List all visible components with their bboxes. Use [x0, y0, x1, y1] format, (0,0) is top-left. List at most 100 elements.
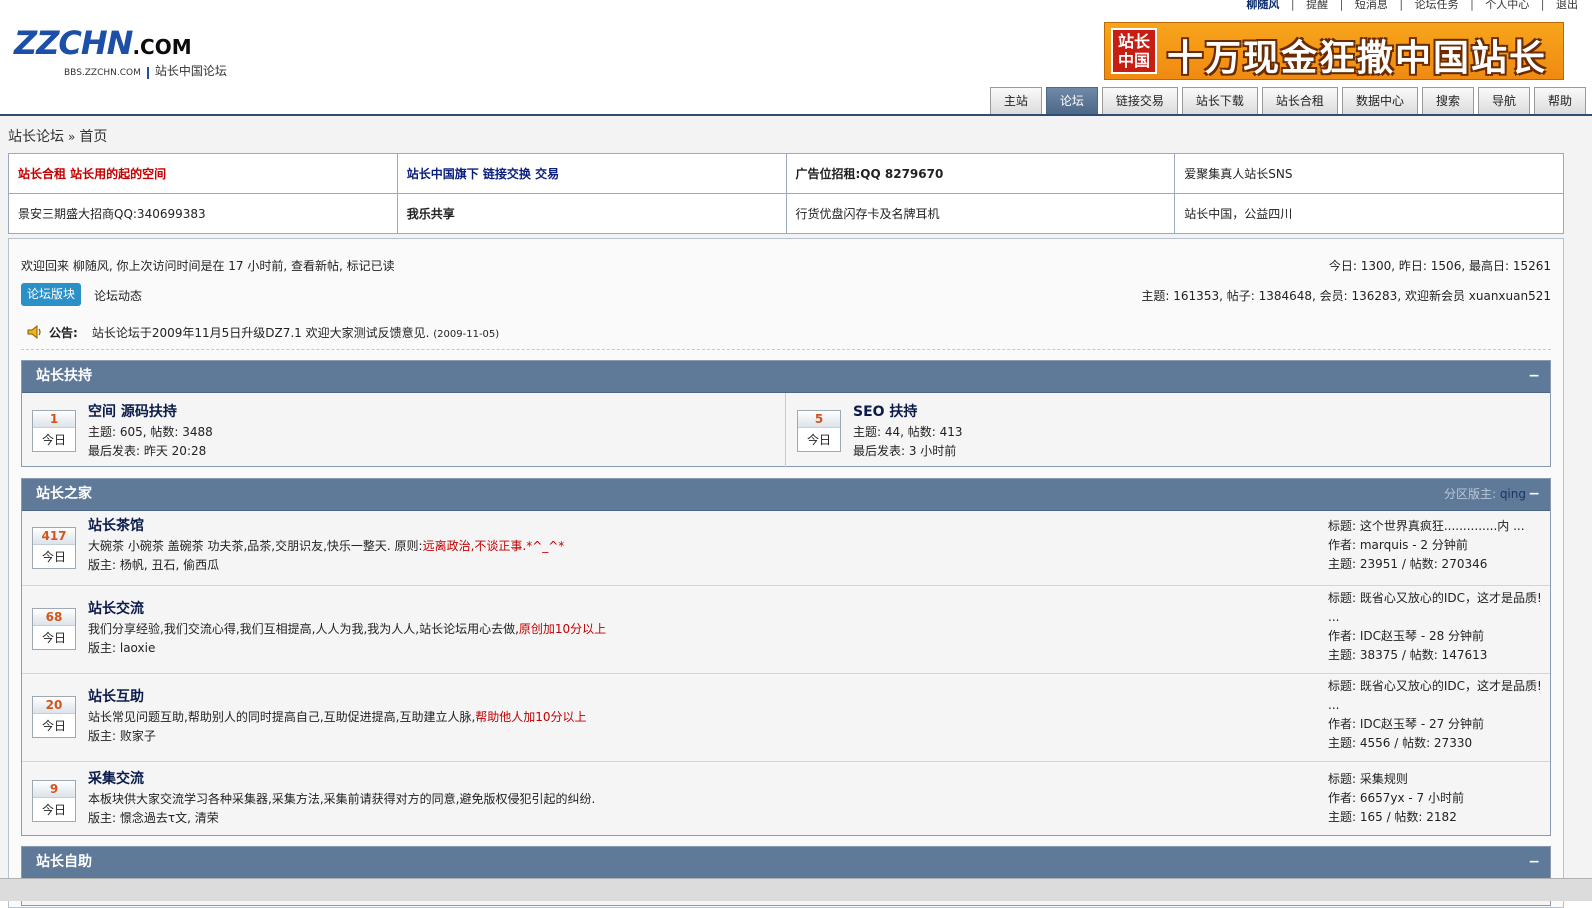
- daily-post-stats: 今日: 1300, 昨日: 1506, 最高日: 15261: [1328, 259, 1551, 273]
- board-description: 大碗茶 小碗茶 盖碗茶 功夫茶,品茶,交朋识友,快乐一整天. 原则:远离政治,不…: [88, 539, 565, 553]
- board-last-post: 最后发表: 昨天 20:28: [88, 444, 207, 458]
- category-header: 站长扶持 −: [22, 361, 1550, 393]
- category-moderators: 分区版主: qing: [1443, 487, 1526, 501]
- category-title[interactable]: 站长扶持: [36, 368, 92, 384]
- breadcrumb-separator: »: [68, 130, 76, 144]
- table-row: 417 今日 站长茶馆 大碗茶 小碗茶 盖碗茶 功夫茶,品茶,交朋识友,快乐一整…: [22, 511, 1550, 585]
- moderator-link[interactable]: qing: [1500, 487, 1526, 501]
- category-header: 站长自助 −: [22, 847, 1550, 879]
- breadcrumb-root[interactable]: 站长论坛: [8, 129, 64, 145]
- nav-tab-forum[interactable]: 论坛: [1045, 87, 1098, 114]
- notifications-link[interactable]: 提醒: [1306, 0, 1328, 11]
- announcement-label: 公告:: [49, 326, 78, 340]
- collapse-icon[interactable]: −: [1528, 361, 1540, 392]
- welcome-message: 欢迎回来 柳随风, 你上次访问时间是在 17 小时前, 查看新帖, 标记已读: [21, 259, 395, 273]
- board-title[interactable]: 站长茶馆: [88, 515, 564, 535]
- breadcrumb: 站长论坛 » 首页: [8, 126, 107, 146]
- last-post-title[interactable]: 标题: 既省心又放心的IDC，这才是品质!: [1328, 589, 1542, 608]
- category-section: 站长之家 分区版主: qing − 417 今日 站长茶馆 大碗茶 小碗茶 盖碗…: [21, 478, 1551, 836]
- ad-link[interactable]: 爱聚集真人站长SNS: [1184, 167, 1292, 181]
- profile-link[interactable]: 个人中心: [1485, 0, 1529, 11]
- forum-index: 欢迎回来 柳随风, 你上次访问时间是在 17 小时前, 查看新帖, 标记已读 今…: [8, 238, 1564, 908]
- board-post-stats: 主题: 23951 / 帖数: 270346: [1328, 557, 1488, 571]
- board-stats: 主题: 44, 帖数: 413: [853, 425, 963, 439]
- promo-banner[interactable]: 站长中国 十万现金狂撒中国站长: [1104, 22, 1564, 80]
- tab-forum-boards[interactable]: 论坛版块: [21, 283, 82, 306]
- announcement: 公告: 站长论坛于2009年11月5日升级DZ7.1 欢迎大家测试反馈意见. (2…: [27, 324, 499, 342]
- last-post-title[interactable]: 标题: 采集规则: [1328, 770, 1464, 789]
- category-title[interactable]: 站长之家: [36, 486, 92, 502]
- board-entry: 站长交流 我们分享经验,我们交流心得,我们互相提高,人人为我,我为人人,站长论坛…: [88, 598, 606, 658]
- collapse-icon[interactable]: −: [1528, 847, 1540, 878]
- board-moderators: 版主: 败家子: [88, 729, 156, 743]
- nav-tab-directory[interactable]: 导航: [1477, 87, 1530, 114]
- ad-link[interactable]: 景安三期盛大招商QQ:340699383: [18, 207, 206, 221]
- main-nav: 主站 论坛 链接交易 站长下载 站长合租 数据中心 搜索 导航 帮助: [989, 87, 1586, 115]
- category-header: 站长之家 分区版主: qing −: [22, 479, 1550, 511]
- board-title[interactable]: 站长交流: [88, 598, 606, 618]
- logout-link[interactable]: 退出: [1556, 0, 1578, 11]
- board-title[interactable]: SEO 扶持: [853, 401, 963, 421]
- board-entry: 站长互助 站长常见问题互助,帮助别人的同时提高自己,互助促进提高,互助建立人脉,…: [88, 686, 587, 746]
- browser-status-bar: [0, 878, 1592, 901]
- last-post-info: 标题: 采集规则 作者: 6657yx - 7 小时前 主题: 165 / 帖数…: [1328, 770, 1464, 827]
- ad-link[interactable]: 行货优盘闪存卡及名牌耳机: [796, 207, 940, 221]
- nav-tab-link-trade[interactable]: 链接交易: [1101, 87, 1178, 114]
- last-post-author: 作者: IDC赵玉琴 - 28 分钟前: [1328, 629, 1485, 643]
- category-title[interactable]: 站长自助: [36, 854, 92, 870]
- board-moderators: 版主: 杨帆, 丑石, 偷西瓜: [88, 558, 220, 572]
- last-post-info: 标题: 这个世界真疯狂..............内 ... 作者: marqu…: [1328, 517, 1525, 574]
- username-link[interactable]: 柳随风: [1246, 0, 1279, 11]
- ad-link[interactable]: 站长合租 站长用的起的空间: [18, 167, 166, 181]
- logo-site-url: BBS.ZZCHN.COM: [64, 68, 141, 78]
- forum-total-stats: 主题: 161353, 帖子: 1384648, 会员: 136283, 欢迎新…: [1141, 289, 1551, 303]
- last-post-info: 标题: 既省心又放心的IDC，这才是品质! ... 作者: IDC赵玉琴 - 2…: [1328, 677, 1542, 753]
- ad-link[interactable]: 我乐共享: [407, 207, 455, 221]
- logo-site-name: 站长中国论坛: [154, 64, 227, 78]
- board-title[interactable]: 空间 源码扶持: [88, 401, 213, 421]
- last-post-title[interactable]: 标题: 这个世界真疯狂..............内 ...: [1328, 517, 1525, 536]
- category-section: 站长扶持 − 1 今日 空间 源码扶持 主题: 605, 帖数: 3488 最后…: [21, 360, 1551, 467]
- breadcrumb-current: 首页: [79, 129, 108, 145]
- collapse-icon[interactable]: −: [1528, 479, 1540, 510]
- board-last-post: 最后发表: 3 小时前: [853, 444, 957, 458]
- board-description: 站长常见问题互助,帮助别人的同时提高自己,互助促进提高,互助建立人脉,帮助他人加…: [88, 710, 587, 724]
- messages-link[interactable]: 短消息: [1355, 0, 1388, 11]
- today-post-count: 20 今日: [32, 696, 76, 738]
- board-moderators: 版主: 憬念過去τ文, 清荣: [88, 811, 219, 825]
- nav-tab-home[interactable]: 主站: [989, 87, 1042, 114]
- ad-link[interactable]: 站长中国，公益四川: [1184, 207, 1292, 221]
- ad-link[interactable]: 站长中国旗下 链接交换 交易: [407, 167, 559, 181]
- nav-tab-data-center[interactable]: 数据中心: [1341, 87, 1418, 114]
- ad-link[interactable]: 广告位招租:QQ 8279670: [796, 167, 944, 181]
- board-description: 我们分享经验,我们交流心得,我们互相提高,人人为我,我为人人,站长论坛用心去做,…: [88, 622, 607, 636]
- today-post-count: 9 今日: [32, 780, 76, 822]
- table-row: 68 今日 站长交流 我们分享经验,我们交流心得,我们互相提高,人人为我,我为人…: [22, 585, 1550, 674]
- board-post-stats: 主题: 165 / 帖数: 2182: [1328, 810, 1457, 824]
- nav-tab-help[interactable]: 帮助: [1533, 87, 1586, 114]
- board-title[interactable]: 站长互助: [88, 686, 587, 706]
- top-user-bar: 柳随风 | 提醒 | 短消息 | 论坛任务 | 个人中心 | 退出: [1246, 0, 1578, 11]
- nav-tab-search[interactable]: 搜索: [1421, 87, 1474, 114]
- last-post-author: 作者: 6657yx - 7 小时前: [1328, 791, 1465, 805]
- board-stats: 主题: 605, 帖数: 3488: [88, 425, 213, 439]
- board-post-stats: 主题: 4556 / 帖数: 27330: [1328, 736, 1473, 750]
- tab-forum-activity[interactable]: 论坛动态: [94, 287, 142, 304]
- announcement-date: (2009-11-05): [433, 329, 500, 340]
- ad-link-table: 站长合租 站长用的起的空间 站长中国旗下 链接交换 交易 广告位招租:QQ 82…: [8, 153, 1564, 234]
- last-post-title[interactable]: 标题: 既省心又放心的IDC，这才是品质!: [1328, 677, 1542, 696]
- today-post-count: 417 今日: [32, 527, 76, 569]
- tasks-link[interactable]: 论坛任务: [1415, 0, 1459, 11]
- last-post-title-cont: ...: [1328, 610, 1340, 624]
- board-title[interactable]: 采集交流: [88, 768, 595, 788]
- table-row: 20 今日 站长互助 站长常见问题互助,帮助别人的同时提高自己,互助促进提高,互…: [22, 673, 1550, 762]
- board-entry: 站长茶馆 大碗茶 小碗茶 盖碗茶 功夫茶,品茶,交朋识友,快乐一整天. 原则:远…: [88, 515, 564, 575]
- last-post-author: 作者: IDC赵玉琴 - 27 分钟前: [1328, 717, 1485, 731]
- announcement-link[interactable]: 站长论坛于2009年11月5日升级DZ7.1 欢迎大家测试反馈意见.: [92, 326, 430, 340]
- site-logo[interactable]: ZZCHN.COM BBS.ZZCHN.COM 站长中国论坛: [14, 26, 234, 82]
- today-post-count: 1 今日: [32, 410, 76, 452]
- nav-tab-hosting[interactable]: 站长合租: [1261, 87, 1338, 114]
- page-content: 站长论坛 » 首页 站长合租 站长用的起的空间 站长中国旗下 链接交换 交易 广告位…: [0, 116, 1592, 908]
- nav-tab-downloads[interactable]: 站长下载: [1181, 87, 1258, 114]
- last-post-info: 标题: 既省心又放心的IDC，这才是品质! ... 作者: IDC赵玉琴 - 2…: [1328, 589, 1542, 665]
